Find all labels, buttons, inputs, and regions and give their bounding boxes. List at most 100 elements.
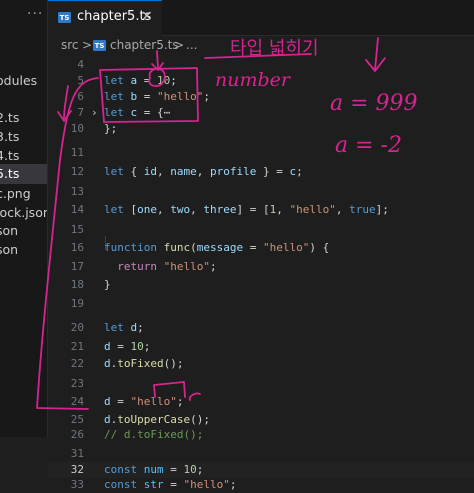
tab-bar: TS chapter5.ts ×	[48, 0, 474, 36]
code-line[interactable]: 25 d.toUpperCase();	[48, 412, 474, 428]
code-token: return	[117, 260, 164, 273]
code-token: function	[104, 241, 164, 254]
code-token: } =	[256, 165, 290, 178]
code-token: ;	[209, 260, 217, 273]
code-line[interactable]: 31	[48, 446, 474, 462]
explorer-item-chapter3[interactable]: 3.ts	[0, 127, 47, 147]
tab-chapter5[interactable]: TS chapter5.ts ×	[48, 0, 162, 36]
code-line[interactable]: 18}	[48, 277, 474, 293]
code-line[interactable]: 5 let a = 10;	[48, 73, 474, 89]
explorer-item-package-json[interactable]: son	[0, 221, 47, 241]
explorer-item-node-modules[interactable]: odules	[0, 71, 47, 91]
code-token: ] = [	[236, 203, 270, 216]
code-text: let { id, name, profile } = c;	[104, 164, 303, 180]
line-number: 18	[70, 278, 84, 291]
code-token: ;	[137, 321, 144, 334]
code-line[interactable]: 26 // d.toFixed();	[48, 427, 474, 443]
code-token: ,	[157, 203, 171, 216]
code-line[interactable]: 7 › let c = {⋯	[48, 105, 474, 121]
line-number: 31	[70, 447, 84, 460]
code-line[interactable]: 4	[48, 57, 474, 73]
code-token: "hello"	[262, 241, 310, 254]
line-number: 23	[70, 377, 84, 390]
breadcrumb-more[interactable]: ...	[186, 38, 197, 52]
code-line[interactable]: 14 let [one, two, three] = [1, "hello", t…	[48, 202, 474, 218]
more-actions-icon[interactable]: ···	[27, 6, 43, 22]
line-number: 22	[70, 357, 84, 370]
code-line[interactable]: 33 const str = "hello";	[48, 477, 474, 493]
line-number: 4	[77, 58, 84, 71]
line-number: 26	[70, 428, 84, 441]
code-token: d	[104, 395, 111, 408]
code-token: ;	[176, 395, 184, 408]
code-line[interactable]: 20 let d;	[48, 320, 474, 336]
code-text: d = 10;	[104, 339, 150, 355]
code-line[interactable]: 12 let { id, name, profile } = c;	[48, 164, 474, 180]
code-line[interactable]: 17 return "hello";	[48, 259, 474, 275]
code-line[interactable]: 6 let b = "hello";	[48, 89, 474, 105]
code-token: id	[143, 165, 157, 178]
line-number: 11	[70, 146, 84, 159]
code-token: true	[349, 203, 376, 216]
code-token: "hello"	[163, 260, 210, 273]
chevron-right-icon: >	[82, 38, 93, 52]
code-editor[interactable]: 4 5 let a = 10; 6 let b = "hello"; 7 › let c = …	[48, 54, 474, 491]
code-token: d	[104, 357, 111, 370]
code-token: 10	[183, 463, 197, 476]
code-line[interactable]: 23	[48, 376, 474, 392]
explorer-item-package-lock-json[interactable]: lock.json	[0, 203, 47, 223]
line-number: 16	[70, 241, 84, 254]
code-token: let	[104, 321, 131, 334]
code-token: (	[190, 241, 197, 254]
breadcrumb-file[interactable]: chapter5.ts	[110, 38, 179, 52]
explorer-item-tsconfig-json[interactable]: son	[0, 240, 47, 260]
code-token: num	[143, 463, 164, 476]
code-token: let	[104, 165, 131, 178]
code-text: function func(message = "hello") {	[104, 240, 329, 256]
code-line[interactable]: 24 d = "hello";	[48, 394, 474, 410]
line-number: 14	[70, 203, 84, 216]
line-number: 10	[70, 122, 84, 135]
code-token: ];	[375, 203, 389, 216]
code-token: d	[104, 340, 111, 353]
code-token: name	[170, 165, 197, 178]
code-line[interactable]: 19	[48, 296, 474, 312]
breadcrumb: src > TS chapter5.ts > ...	[48, 36, 474, 54]
code-token: ,	[190, 203, 204, 216]
explorer-item-png[interactable]: c.png	[0, 184, 47, 204]
code-token: two	[170, 203, 191, 216]
line-number: 15	[70, 223, 84, 236]
code-line[interactable]: 11	[48, 145, 474, 161]
close-icon[interactable]: ×	[141, 8, 153, 24]
code-line[interactable]: 10};	[48, 121, 474, 137]
line-number: 17	[70, 260, 84, 273]
code-token: 10	[130, 340, 144, 353]
code-line[interactable]: 16 function func(message = "hello") {	[48, 240, 474, 256]
fold-chevron-icon[interactable]: ›	[91, 105, 98, 121]
code-token: let	[104, 203, 131, 216]
line-number: 20	[70, 321, 84, 334]
code-token: const	[104, 463, 144, 476]
explorer-item-chapter5[interactable]: 5.ts	[0, 164, 47, 184]
breadcrumb-src[interactable]: src	[61, 38, 79, 52]
code-token: toFixed	[117, 357, 164, 370]
code-token: profile	[210, 165, 257, 178]
code-token: 10	[157, 74, 171, 87]
line-number: 21	[70, 340, 84, 353]
code-line[interactable]: 32 const num = 10;	[48, 462, 474, 478]
code-token: ;	[296, 165, 303, 178]
code-token: ;	[203, 90, 210, 103]
code-token: =	[137, 90, 157, 103]
code-token: "hello"	[157, 90, 204, 103]
explorer-item-chapter2[interactable]: 2.ts	[0, 108, 47, 128]
code-line[interactable]: 21 d = 10;	[48, 339, 474, 355]
code-line[interactable]: 13	[48, 184, 474, 200]
code-line[interactable]: 15	[48, 222, 474, 238]
code-line[interactable]: 22 d.toFixed();	[48, 356, 474, 372]
code-token: const	[104, 478, 144, 491]
code-token: =	[243, 241, 263, 254]
code-token: str	[143, 478, 164, 491]
code-token: message	[196, 241, 244, 254]
code-text: let b = "hello";	[104, 89, 210, 105]
explorer-item-chapter4[interactable]: 4.ts	[0, 146, 47, 166]
